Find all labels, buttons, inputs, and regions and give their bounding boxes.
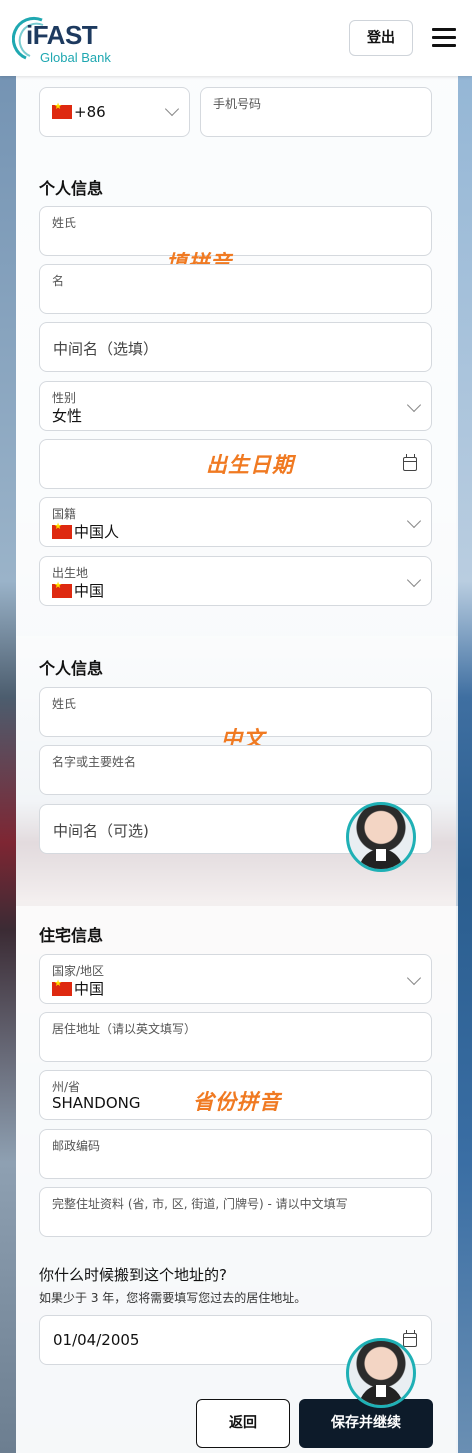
- state-label: 州/省: [52, 1080, 81, 1094]
- top-header: iFAST Global Bank 登出: [0, 0, 472, 76]
- section-title-personal-info-native: 个人信息: [39, 659, 104, 678]
- native-surname-label: 姓氏: [52, 697, 77, 711]
- full-address-field[interactable]: 完整住址资料 (省, 市, 区, 街道, 门牌号) - 请以中文填写: [39, 1187, 432, 1237]
- surname-label: 姓氏: [52, 216, 77, 230]
- section-title-personal-info: 个人信息: [39, 179, 104, 198]
- phone-number-label: 手机号码: [213, 97, 262, 111]
- country-value: 中国: [74, 980, 105, 998]
- chevron-down-icon: [164, 101, 180, 117]
- surname-field[interactable]: 姓氏: [39, 206, 432, 256]
- nationality-label: 国籍: [52, 507, 77, 521]
- moved-hint: 如果少于 3 年，您将需要填写您过去的居住地址。: [39, 1291, 307, 1305]
- native-name-label: 名字或主要姓名: [52, 755, 137, 769]
- postcode-label: 邮政编码: [52, 1139, 101, 1153]
- gender-label: 性别: [52, 391, 77, 405]
- country-label: 国家/地区: [52, 964, 105, 978]
- country-code-value: +86: [74, 103, 106, 121]
- support-agent-avatar[interactable]: [346, 1338, 416, 1408]
- save-continue-button[interactable]: 保存并继续: [299, 1399, 433, 1448]
- ifast-logo[interactable]: iFAST Global Bank: [12, 14, 122, 65]
- given-name-label: 名: [52, 274, 65, 288]
- nationality-value: 中国人: [74, 523, 120, 541]
- hamburger-menu-icon[interactable]: [432, 28, 456, 48]
- gender-value: 女性: [52, 407, 83, 425]
- country-select[interactable]: 国家/地区 中国: [39, 954, 432, 1004]
- calendar-icon[interactable]: [403, 454, 417, 471]
- postcode-field[interactable]: 邮政编码: [39, 1129, 432, 1179]
- middle-name-placeholder: 中间名（选填）: [53, 340, 159, 358]
- china-flag-icon: [52, 102, 72, 119]
- annotation-province-pinyin: 省份拼音: [193, 1090, 281, 1114]
- address-label: 居住地址（请以英文填写）: [52, 1022, 197, 1036]
- chevron-down-icon: [406, 513, 422, 529]
- back-button[interactable]: 返回: [196, 1399, 290, 1448]
- address-field[interactable]: 居住地址（请以英文填写）: [39, 1012, 432, 1062]
- middle-name-field[interactable]: 中间名（选填）: [39, 322, 432, 372]
- moved-question: 你什么时候搬到这个地址的?: [39, 1266, 227, 1284]
- china-flag-icon: [52, 581, 72, 598]
- phone-number-field[interactable]: 手机号码: [200, 87, 432, 137]
- support-agent-avatar[interactable]: [346, 802, 416, 872]
- logout-button[interactable]: 登出: [349, 20, 413, 56]
- chevron-down-icon: [406, 970, 422, 986]
- native-name-field[interactable]: 名字或主要姓名: [39, 745, 432, 795]
- logo-title: iFAST: [26, 20, 98, 50]
- state-value: SHANDONG: [52, 1094, 141, 1112]
- section-title-residential-info: 住宅信息: [39, 926, 104, 945]
- birthplace-value: 中国: [74, 582, 105, 600]
- birthplace-label: 出生地: [52, 566, 89, 580]
- moved-date-value: 01/04/2005: [53, 1331, 140, 1349]
- china-flag-icon: [52, 522, 72, 539]
- country-code-select[interactable]: +86: [39, 87, 190, 137]
- chevron-down-icon: [406, 397, 422, 413]
- background-photo-left: [0, 0, 16, 1453]
- logo-subtitle: Global Bank: [40, 50, 111, 65]
- annotation-birth-date: 出生日期: [206, 453, 294, 477]
- chevron-down-icon: [406, 572, 422, 588]
- nationality-select[interactable]: 国籍 中国人: [39, 497, 432, 547]
- calendar-icon[interactable]: [403, 1330, 417, 1347]
- full-address-label: 完整住址资料 (省, 市, 区, 街道, 门牌号) - 请以中文填写: [52, 1197, 348, 1211]
- gender-select[interactable]: 性别 女性: [39, 381, 432, 431]
- china-flag-icon: [52, 979, 72, 996]
- background-photo-right: [456, 0, 472, 1453]
- native-middle-name-placeholder: 中间名（可选): [53, 822, 149, 840]
- given-name-field[interactable]: 名: [39, 264, 432, 314]
- birthplace-select[interactable]: 出生地 中国: [39, 556, 432, 606]
